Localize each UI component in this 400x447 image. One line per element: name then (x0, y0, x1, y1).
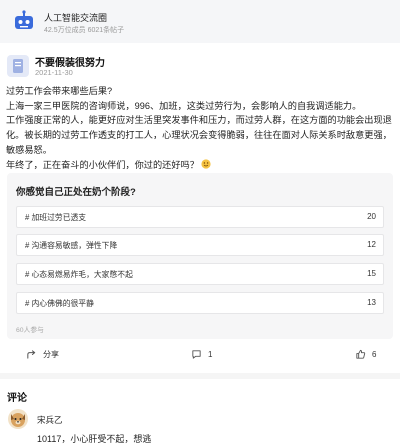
post-line: 工作强度正常的人，能更好应对生活里突发事件和压力，而过劳人群，在这方面的功能会出… (6, 115, 392, 155)
post-line: 年终了，正在奋斗的小伙伴们，你过的还好吗？ (6, 158, 394, 173)
comment-count: 1 (208, 350, 213, 359)
post-date: 2021-11-30 (35, 68, 73, 77)
comment-button[interactable]: 1 (191, 349, 212, 360)
post-line: 上海一家三甲医院的咨询师说，996、加班，这类过劳行为，会影响人的自我调适能力。 (6, 100, 362, 111)
poll-option-count: 13 (367, 298, 376, 307)
poll-option-label: # 沟通容易敏感，弹性下降 (25, 241, 118, 250)
poll-option-label: # 加班过劳已透支 (25, 213, 87, 222)
post-line: 过劳工作会带来哪些后果? (6, 86, 113, 96)
group-header[interactable]: 人工智能交流圈 42.5万位成员 6021条帖子 (0, 0, 400, 43)
poll-participants: 60人参与 (16, 327, 44, 334)
smile-emoji-icon (201, 158, 211, 169)
comments-title: 评论 (7, 393, 27, 404)
poll-option[interactable]: # 加班过劳已透支 20 (16, 206, 384, 228)
book-icon (13, 59, 23, 73)
robot-icon (15, 10, 33, 29)
avatar[interactable] (7, 55, 29, 77)
poll-option-count: 12 (367, 240, 376, 249)
post-line-text: 年终了，正在奋斗的小伙伴们，你过的还好吗？ (6, 159, 199, 170)
avatar[interactable] (8, 409, 28, 429)
poll-option-count: 20 (367, 212, 376, 221)
poll-card: 你感觉自己正处在奶个阶段? # 加班过劳已透支 20 # 沟通容易敏感，弹性下降… (7, 173, 393, 339)
dog-avatar-icon (11, 413, 25, 427)
share-icon (27, 350, 36, 359)
comment-text: 10117，小心肝受不起，想逃 (37, 434, 152, 444)
poll-option-label: # 心态易燃易炸毛，大家憋不起 (25, 270, 133, 279)
group-name: 人工智能交流圈 (44, 13, 108, 23)
comment-author[interactable]: 宋兵乙 (37, 414, 63, 426)
post-body: 过劳工作会带来哪些后果? 上海一家三甲医院的咨询师说，996、加班，这类过劳行为… (6, 84, 394, 172)
like-button[interactable]: 6 (355, 349, 376, 360)
comment-icon (192, 350, 201, 359)
thumbs-up-icon (356, 349, 366, 359)
poll-option-label: # 内心佛佛的很平静 (25, 299, 94, 308)
poll-option[interactable]: # 沟通容易敏感，弹性下降 12 (16, 234, 384, 256)
poll-option[interactable]: # 心态易燃易炸毛，大家憋不起 15 (16, 263, 384, 285)
poll-question: 你感觉自己正处在奶个阶段? (16, 187, 136, 198)
like-count: 6 (372, 350, 377, 359)
share-button[interactable]: 分享 (26, 349, 59, 360)
share-label: 分享 (43, 350, 59, 359)
poll-option-count: 15 (367, 269, 376, 278)
divider (0, 373, 400, 379)
poll-option[interactable]: # 内心佛佛的很平静 13 (16, 292, 384, 314)
post-actions: 分享 1 6 (0, 347, 400, 367)
post-author[interactable]: 不要假装很努力 (35, 54, 105, 69)
group-meta: 42.5万位成员 6021条帖子 (44, 27, 125, 34)
